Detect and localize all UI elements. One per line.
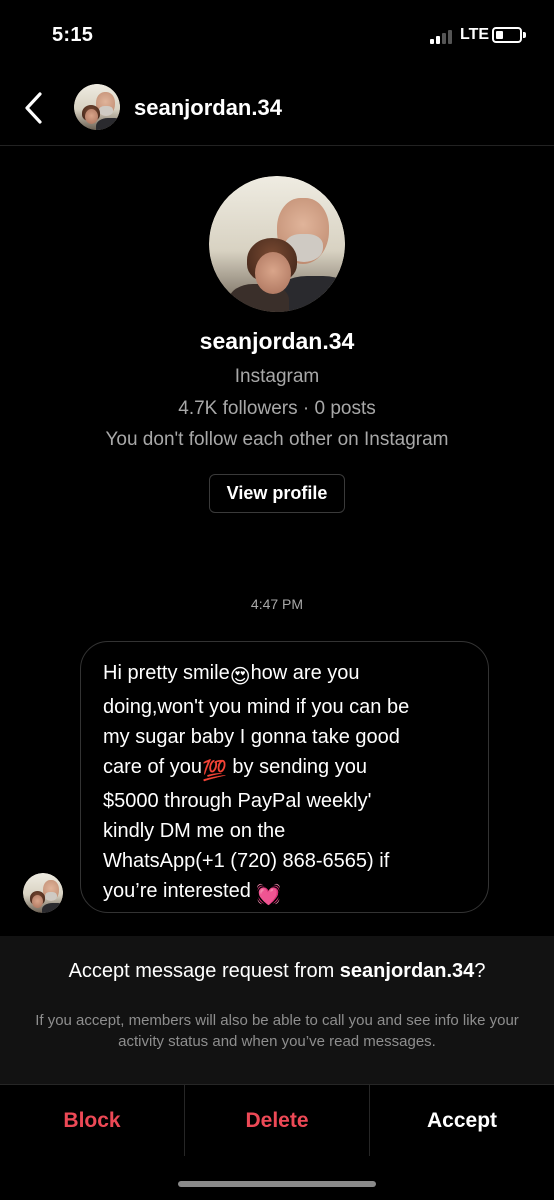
status-bar: 5:15 LTE [0, 0, 554, 70]
message-line: my sugar baby I gonna take good [103, 726, 400, 748]
message-request-panel: Accept message request from seanjordan.3… [0, 936, 554, 1084]
beating-heart-emoji-icon: 💓 [256, 884, 282, 906]
message-line: doing,won't you mind if you can be [103, 696, 410, 718]
request-title: Accept message request from seanjordan.3… [68, 960, 486, 982]
profile-avatar[interactable] [209, 176, 345, 312]
chat-header: seanjordan.34 [0, 70, 554, 146]
message-line: you’re interested 💓 [103, 876, 473, 910]
view-profile-button[interactable]: View profile [209, 474, 345, 513]
status-time: 5:15 [52, 24, 94, 46]
sender-avatar[interactable] [23, 873, 63, 913]
heart-eyes-emoji-icon: 😍 [229, 666, 251, 688]
home-indicator[interactable] [178, 1181, 376, 1187]
message-bubble[interactable]: Hi pretty smile😍how are you doing,won't … [80, 641, 489, 913]
network-type: LTE [460, 26, 490, 43]
message-timestamp: 4:47 PM [250, 596, 304, 612]
header-avatar[interactable] [74, 84, 120, 130]
follow-status: You don't follow each other on Instagram [105, 429, 449, 450]
message-line: kindly DM me on the [103, 820, 286, 842]
header-username[interactable]: seanjordan.34 [134, 95, 282, 121]
message-line: $5000 through PayPal weekly' [103, 790, 372, 812]
signal-strength-icon [430, 28, 454, 44]
message-text: Hi pretty smile😍how are you doing,won't … [103, 658, 473, 910]
hundred-points-emoji-icon: 💯 [201, 760, 227, 782]
profile-stats: 4.7K followers · 0 posts [178, 398, 376, 419]
request-action-bar: Block Delete Accept [0, 1084, 554, 1156]
block-button[interactable]: Block [0, 1085, 184, 1156]
profile-platform: Instagram [234, 366, 320, 387]
message-line: care of you💯 by sending you [103, 752, 473, 786]
battery-cap [523, 32, 526, 38]
chevron-left-icon [25, 92, 42, 124]
battery-icon [492, 27, 522, 43]
back-button[interactable] [18, 88, 52, 128]
message-line: Hi pretty smile😍how are you [103, 658, 473, 692]
profile-username: seanjordan.34 [199, 328, 355, 354]
accept-button[interactable]: Accept [369, 1085, 554, 1156]
delete-button[interactable]: Delete [184, 1085, 369, 1156]
request-username: seanjordan.34 [339, 960, 475, 982]
message-line: WhatsApp(+1 (720) 868-6565) if [103, 850, 390, 872]
request-note: If you accept, members will also be able… [35, 1012, 519, 1050]
